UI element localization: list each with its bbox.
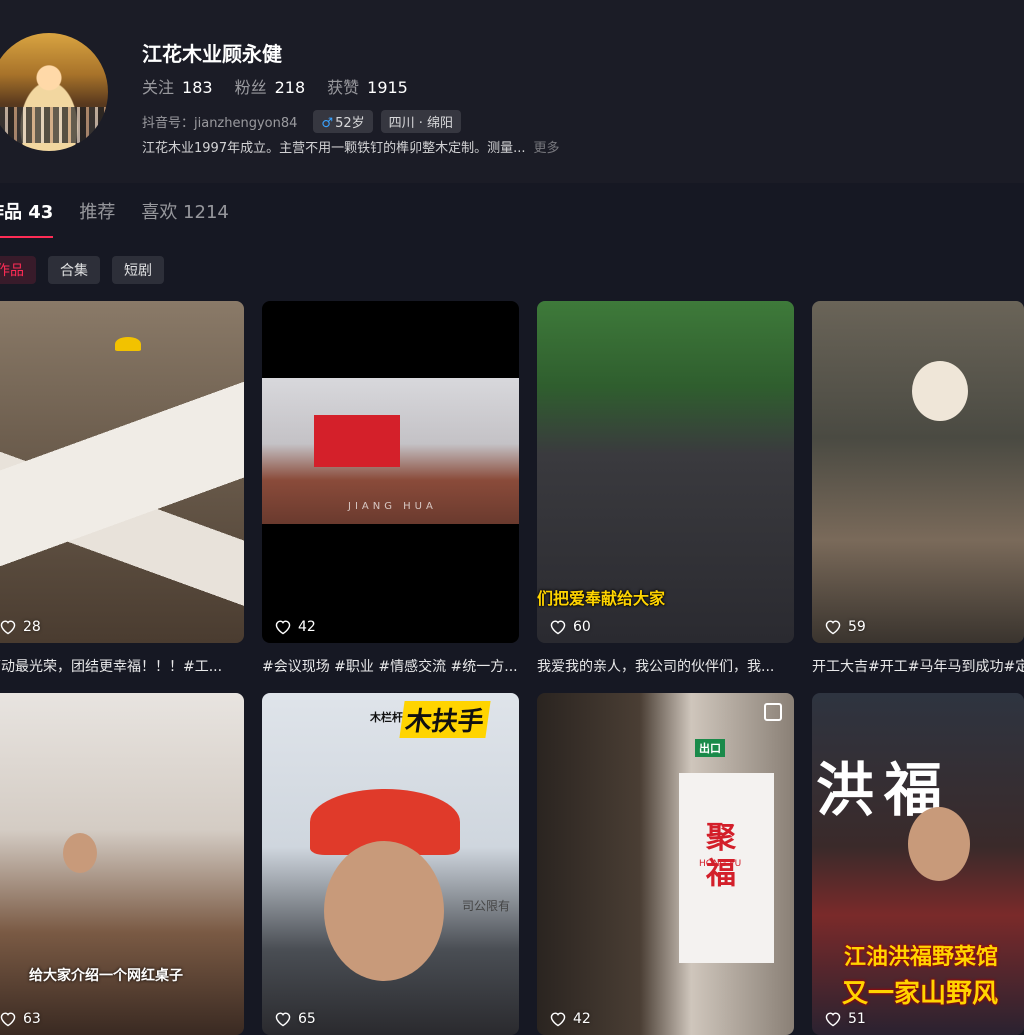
filter-chips: 作品 合集 短剧 [0,256,164,284]
like-count-text: 65 [298,1011,316,1027]
video-caption[interactable]: 劳动最光荣，团结更幸福！！！#工... [0,656,244,676]
like-count-text: 60 [573,619,591,635]
exit-sign: 出口 [695,739,725,757]
venue-text: JIANG HUA [348,501,437,512]
heart-icon [0,620,16,635]
stat-followers[interactable]: 粉丝 218 [235,74,306,98]
like-count-text: 63 [23,1011,41,1027]
video-overlay-text: 聚福 [700,821,735,893]
heart-icon [825,620,841,635]
age-text: 52岁 [335,116,365,131]
tab-liked[interactable]: 喜欢 1214 [141,198,229,238]
like-count-text: 51 [848,1011,866,1027]
stat-following[interactable]: 关注 183 [142,74,213,98]
overlay-small-text: HONG FU [699,859,742,869]
like-count: 42 [274,619,316,635]
heart-icon [275,620,291,635]
profile-header: 江花木业顾永健 关注 183 粉丝 218 获赞 1915 抖音号：jianzheng… [0,0,1024,183]
bio-text: 江花木业1997年成立。主营不用一颗铁钉的榫卯整木定制。测量... [142,141,526,156]
like-count-text: 42 [573,1011,591,1027]
company-sign-text: 司公限有 [462,899,511,913]
profile-meta: 抖音号：jianzhengyon84 ♂ 52岁 四川 · 绵阳 [142,110,462,133]
like-count-text: 42 [298,619,316,635]
stat-label: 关注 [142,78,175,97]
overlay-tertiary-text: 又一家山野风 [842,979,999,1009]
stat-value: 1915 [367,78,408,97]
stat-label: 粉丝 [234,78,267,97]
like-count: 42 [549,1011,591,1027]
like-count: 65 [274,1011,316,1027]
video-overlay-text: 们把爱奉献给大家 [537,589,666,608]
heart-icon [0,1012,16,1027]
stat-value: 218 [274,78,306,97]
stat-likes: 获赞 1915 [327,74,408,98]
like-count: 60 [549,619,591,635]
location-tag: 四川 · 绵阳 [380,110,462,133]
chip-works[interactable]: 作品 [0,256,36,284]
like-count: 28 [0,619,41,635]
video-overlay-text: 给大家介绍一个网红桌子 [29,968,183,984]
like-count: 63 [0,1011,41,1027]
profile-name: 江花木业顾永健 [142,42,282,66]
overlay-small-text: 木栏杆 [370,711,403,724]
video-caption[interactable]: 我爱我的亲人，我公司的伙伴们，我... [537,656,794,676]
video-card[interactable]: 木栏杆 木扶手 司公限有 65 [262,693,519,1035]
more-link[interactable]: 更多 [533,141,559,156]
like-count-text: 59 [848,619,866,635]
profile-tabs: 作品 43 推荐 喜欢 1214 [0,198,229,238]
chip-collections[interactable]: 合集 [48,256,100,284]
heart-icon [275,1012,291,1027]
chip-short-dramas[interactable]: 短剧 [112,256,164,284]
video-caption[interactable]: #会议现场 #职业 #情感交流 #统一方... [262,656,519,676]
age-tag: ♂ 52岁 [313,110,373,133]
douyin-id: 抖音号：jianzhengyon84 [142,116,298,131]
tab-recommended[interactable]: 推荐 [79,198,115,238]
heart-icon [825,1012,841,1027]
male-icon: ♂ [321,116,334,131]
profile-stats: 关注 183 粉丝 218 获赞 1915 [142,74,408,98]
multi-image-icon [764,703,782,721]
tab-works[interactable]: 作品 43 [0,198,54,238]
video-card[interactable]: 给大家介绍一个网红桌子 63 [0,693,244,1035]
video-overlay-text: 木扶手 [399,701,491,738]
avatar[interactable] [0,33,108,151]
video-card[interactable]: 出口 聚福 HONG FU 42 [537,693,794,1035]
like-count: 59 [824,619,866,635]
video-card[interactable]: 59 [812,301,1024,643]
stat-label: 获赞 [327,78,360,97]
video-caption[interactable]: 开工大吉#开工#马年马到成功#定 [812,656,1024,676]
video-card[interactable]: JIANG HUA 42 [262,301,519,643]
like-count: 51 [824,1011,866,1027]
video-card[interactable]: 28 [0,301,244,643]
stat-value: 183 [182,78,213,97]
overlay-secondary-text: 江油洪福野菜馆 [844,945,999,970]
heart-icon [550,620,566,635]
heart-icon [550,1012,566,1027]
stage-screen [314,415,400,467]
video-card[interactable]: 们把爱奉献给大家 60 [537,301,794,643]
like-count-text: 28 [23,619,41,635]
video-card[interactable]: 洪福 江油洪福野菜馆 又一家山野风 51 [812,693,1024,1035]
profile-bio: 江花木业1997年成立。主营不用一颗铁钉的榫卯整木定制。测量... 更多 [142,137,560,156]
